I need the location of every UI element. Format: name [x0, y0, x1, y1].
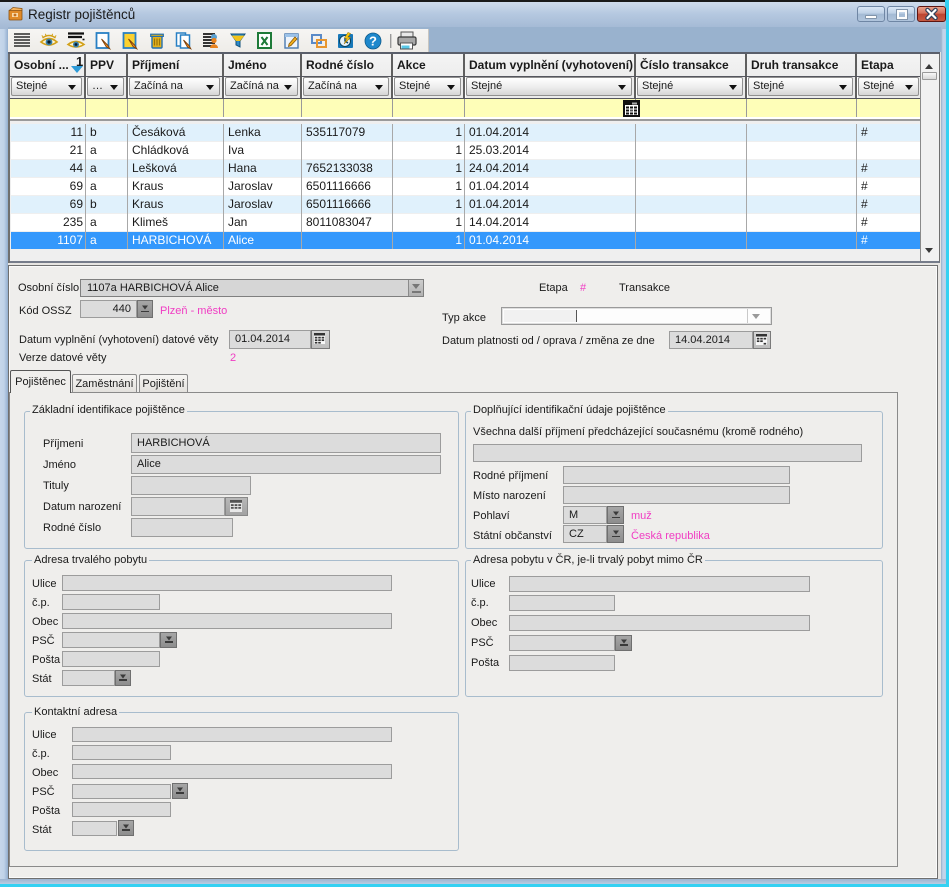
svg-text:?: ? [369, 34, 377, 49]
